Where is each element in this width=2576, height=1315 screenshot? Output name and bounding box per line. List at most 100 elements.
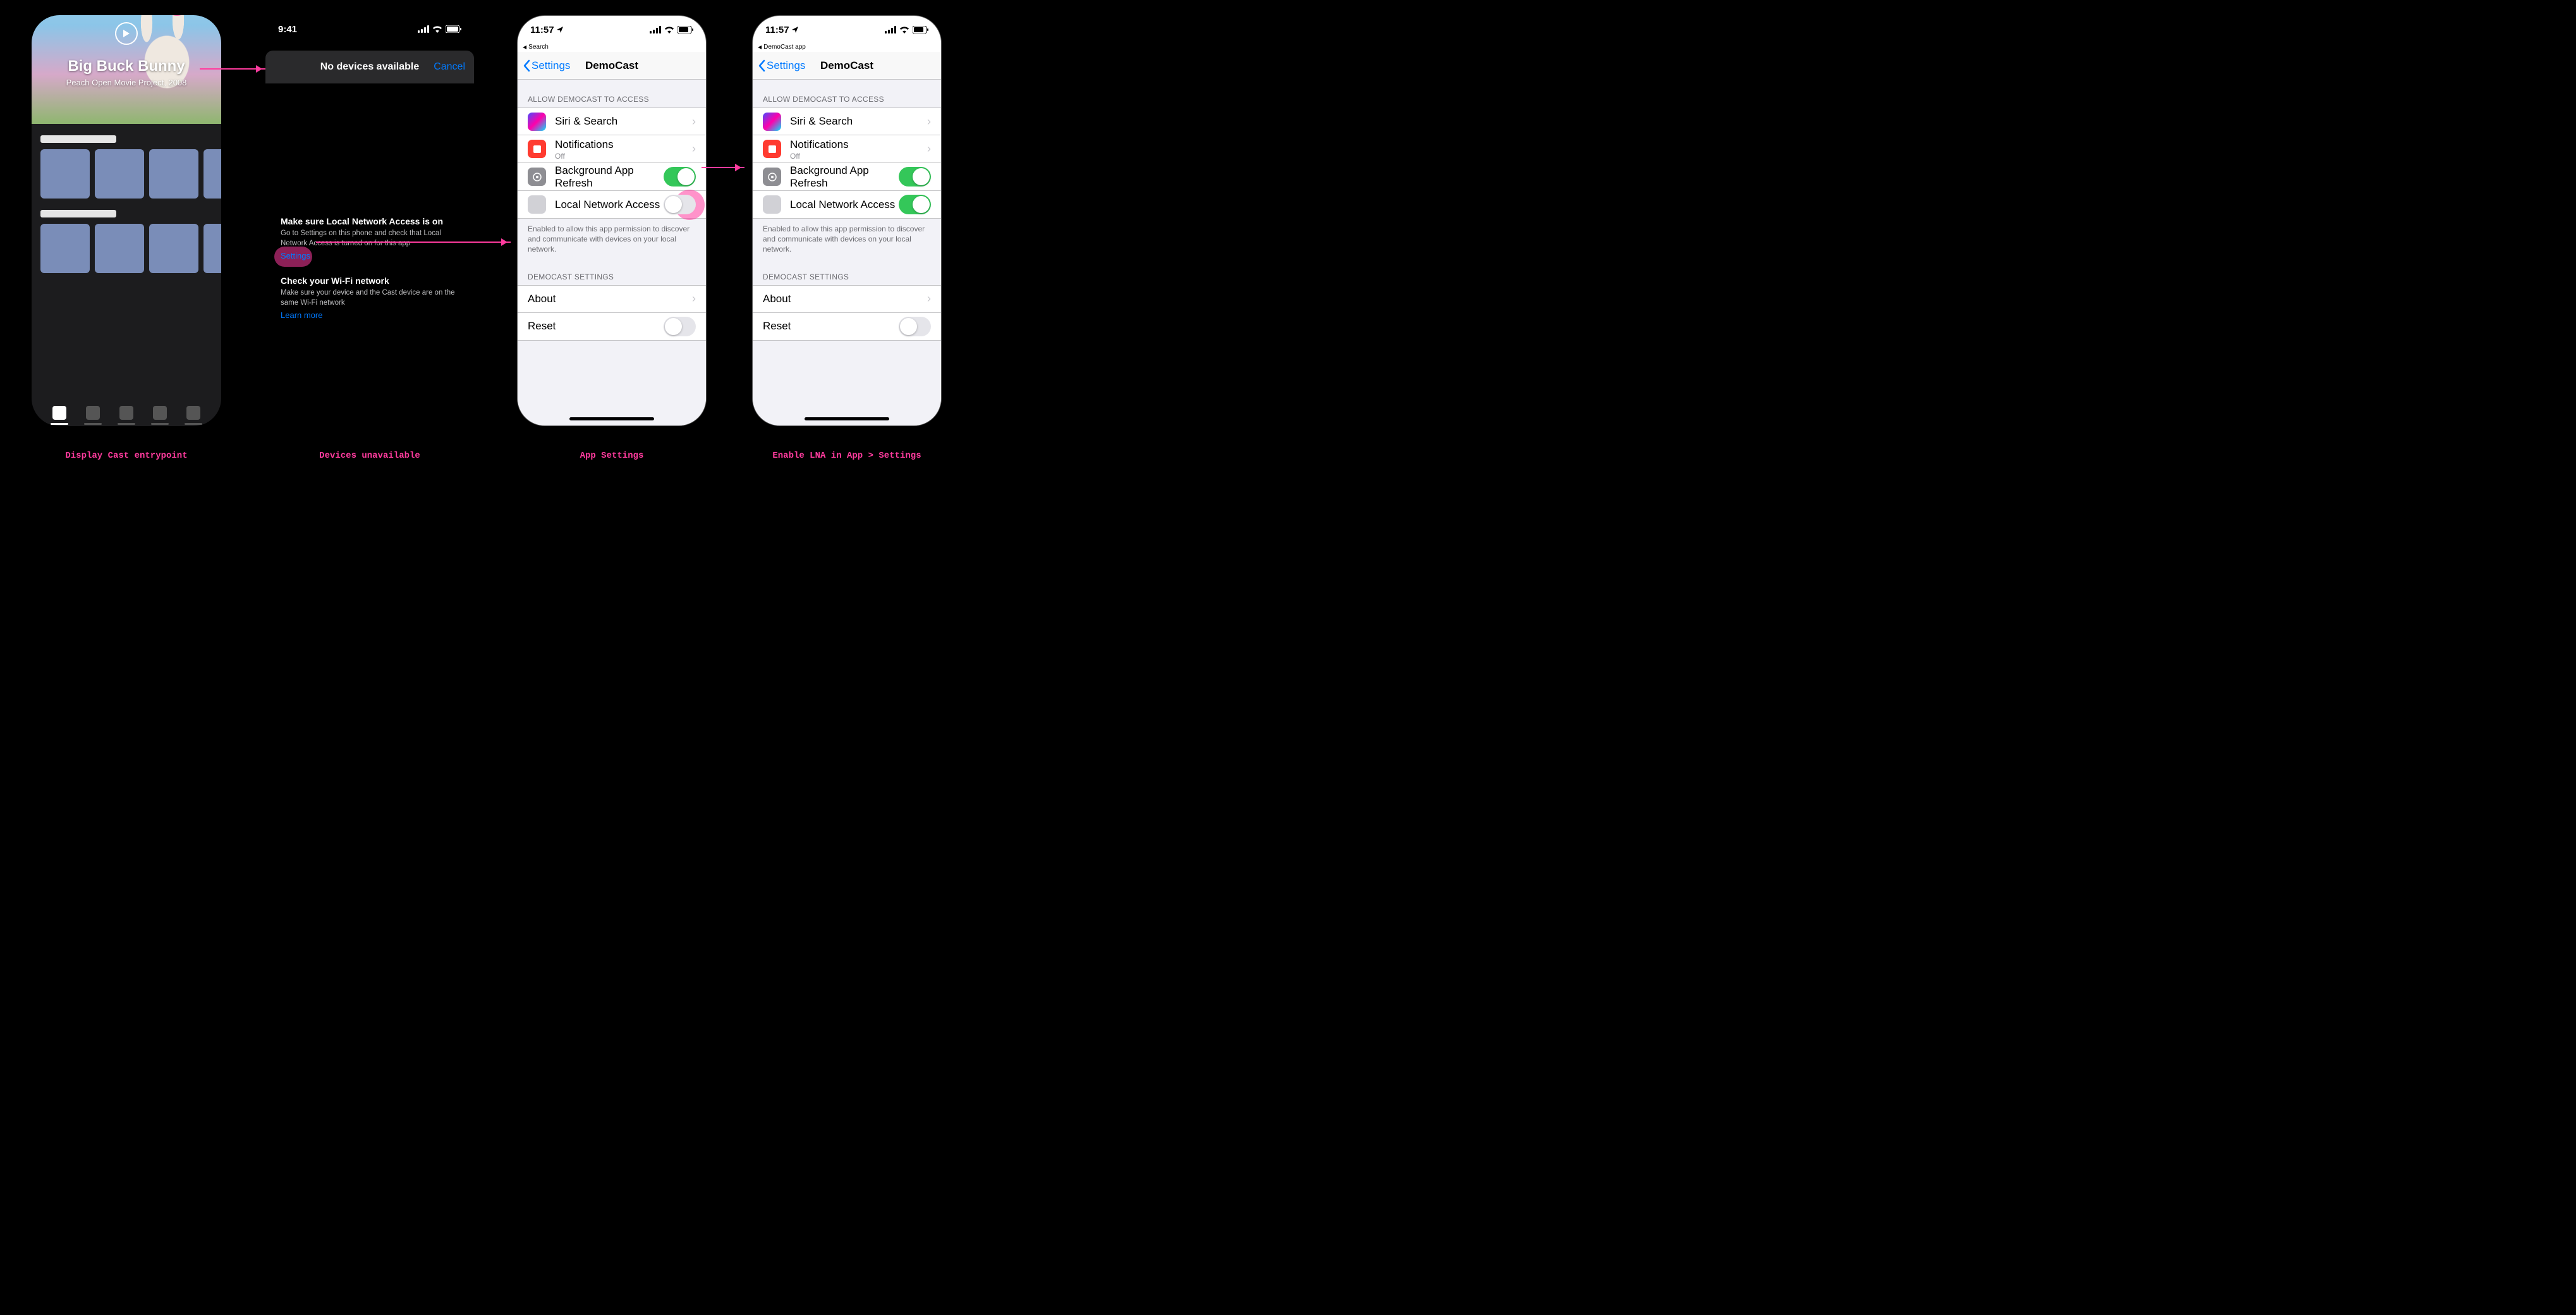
cell-about[interactable]: About › (753, 285, 941, 313)
help-body: Make sure your device and the Cast devic… (281, 288, 459, 308)
flow-arrow (316, 242, 511, 243)
cell-label: Background App Refresh (555, 164, 664, 190)
cell-lna: Local Network Access (518, 191, 706, 219)
cell-label: About (763, 293, 927, 305)
switch-bg-refresh[interactable] (664, 167, 696, 187)
cell-siri[interactable]: Siri & Search › (518, 107, 706, 135)
breadcrumb[interactable]: DemoCast app (753, 44, 941, 52)
back-button[interactable]: Settings (518, 59, 570, 72)
cell-label: Local Network Access (790, 199, 899, 211)
cell-notifications[interactable]: Notifications Off › (518, 135, 706, 163)
flow-arrow (200, 68, 265, 70)
tab-item[interactable] (86, 406, 100, 420)
help-wifi: Check your Wi-Fi network Make sure your … (281, 276, 459, 321)
cast-sheet-header: No devices available Cancel (265, 51, 474, 83)
section-placeholder (40, 210, 116, 217)
home-indicator[interactable] (805, 417, 889, 420)
status-time: 9:41 (278, 24, 297, 35)
cell-bg-refresh: Background App Refresh (518, 163, 706, 191)
cell-reset: Reset (518, 313, 706, 341)
wifi-icon (432, 25, 442, 33)
chevron-right-icon: › (927, 292, 931, 305)
chevron-right-icon: › (692, 292, 696, 305)
play-icon (123, 29, 130, 38)
phone-no-devices: 9:41 No devices available Cancel Make su… (265, 15, 474, 426)
cell-label: Siri & Search (555, 115, 692, 128)
tab-item[interactable] (153, 406, 167, 420)
location-icon (557, 27, 563, 33)
wifi-icon (664, 26, 674, 34)
content-tile[interactable] (95, 224, 144, 273)
cell-label: Local Network Access (555, 199, 664, 211)
settings-body: ALLOW DEMOCAST TO ACCESS Siri & Search ›… (518, 80, 706, 425)
cell-sublabel: Off (555, 152, 692, 160)
hero-overlay: Big Buck Bunny Peach Open Movie Project,… (32, 15, 221, 124)
home-indicator[interactable] (569, 417, 654, 420)
notifications-icon (763, 140, 781, 158)
learn-more-link[interactable]: Learn more (281, 310, 322, 320)
cell-label: Reset (528, 320, 664, 333)
content-tile[interactable] (204, 224, 221, 273)
chevron-left-icon (758, 59, 765, 72)
content-tile[interactable] (149, 224, 198, 273)
play-button[interactable] (115, 22, 138, 45)
settings-link[interactable]: Settings (281, 251, 310, 260)
settings-body: ALLOW DEMOCAST TO ACCESS Siri & Search ›… (753, 80, 941, 425)
status-icons (885, 26, 928, 34)
cell-about[interactable]: About › (518, 285, 706, 313)
tab-item[interactable] (119, 406, 133, 420)
caption: App Settings (517, 451, 707, 460)
cellular-icon (650, 26, 661, 34)
sheet-title: No devices available (320, 61, 420, 73)
siri-icon (528, 113, 546, 131)
content-tile[interactable] (40, 224, 90, 273)
tab-item[interactable] (52, 406, 66, 420)
content-tile[interactable] (149, 149, 198, 199)
group-footer-lna: Enabled to allow this app permission to … (518, 219, 706, 257)
content-tile[interactable] (40, 149, 90, 199)
flow-arrow (702, 167, 744, 168)
section-placeholder (40, 135, 116, 143)
nav-bar: Settings DemoCast (518, 52, 706, 80)
cell-reset: Reset (753, 313, 941, 341)
help-lna: Make sure Local Network Access is on Go … (281, 216, 459, 262)
location-icon (792, 27, 798, 33)
group-header-app: DEMOCAST SETTINGS (518, 257, 706, 285)
status-bar: 11:57 (753, 16, 941, 44)
content-tile[interactable] (95, 149, 144, 199)
battery-icon (913, 26, 928, 34)
switch-bg-refresh[interactable] (899, 167, 931, 187)
cancel-button[interactable]: Cancel (434, 61, 465, 73)
gear-icon (528, 168, 546, 186)
switch-lna[interactable] (664, 195, 696, 214)
chevron-right-icon: › (692, 142, 696, 156)
back-button[interactable]: Settings (753, 59, 805, 72)
cellular-icon (885, 26, 896, 34)
nav-bar: Settings DemoCast (753, 52, 941, 80)
chevron-left-icon (523, 59, 530, 72)
notifications-icon (528, 140, 546, 158)
cell-sublabel: Off (790, 152, 927, 160)
cell-notifications[interactable]: Notifications Off › (753, 135, 941, 163)
breadcrumb[interactable]: Search (518, 44, 706, 52)
cell-label: Notifications (790, 138, 927, 151)
siri-icon (763, 113, 781, 131)
cell-label: Notifications (555, 138, 692, 151)
back-label: Settings (532, 59, 570, 72)
chevron-right-icon: › (927, 142, 931, 156)
phone-settings-lna-on: 11:57 DemoCast app Settings DemoCast ALL… (752, 15, 942, 426)
phone-app-cast: 9:41 DemoCast (32, 15, 221, 426)
switch-reset[interactable] (664, 317, 696, 336)
caption: Devices unavailable (265, 451, 474, 460)
tile-row-1 (32, 149, 221, 199)
tab-item[interactable] (186, 406, 200, 420)
content-tile[interactable] (204, 149, 221, 199)
hero-subtitle: Peach Open Movie Project, 2008 (66, 78, 187, 87)
cell-label: About (528, 293, 692, 305)
switch-reset[interactable] (899, 317, 931, 336)
chevron-right-icon: › (927, 115, 931, 128)
switch-lna[interactable] (899, 195, 931, 214)
cell-siri[interactable]: Siri & Search › (753, 107, 941, 135)
help-body: Go to Settings on this phone and check t… (281, 229, 459, 248)
cell-lna: Local Network Access (753, 191, 941, 219)
